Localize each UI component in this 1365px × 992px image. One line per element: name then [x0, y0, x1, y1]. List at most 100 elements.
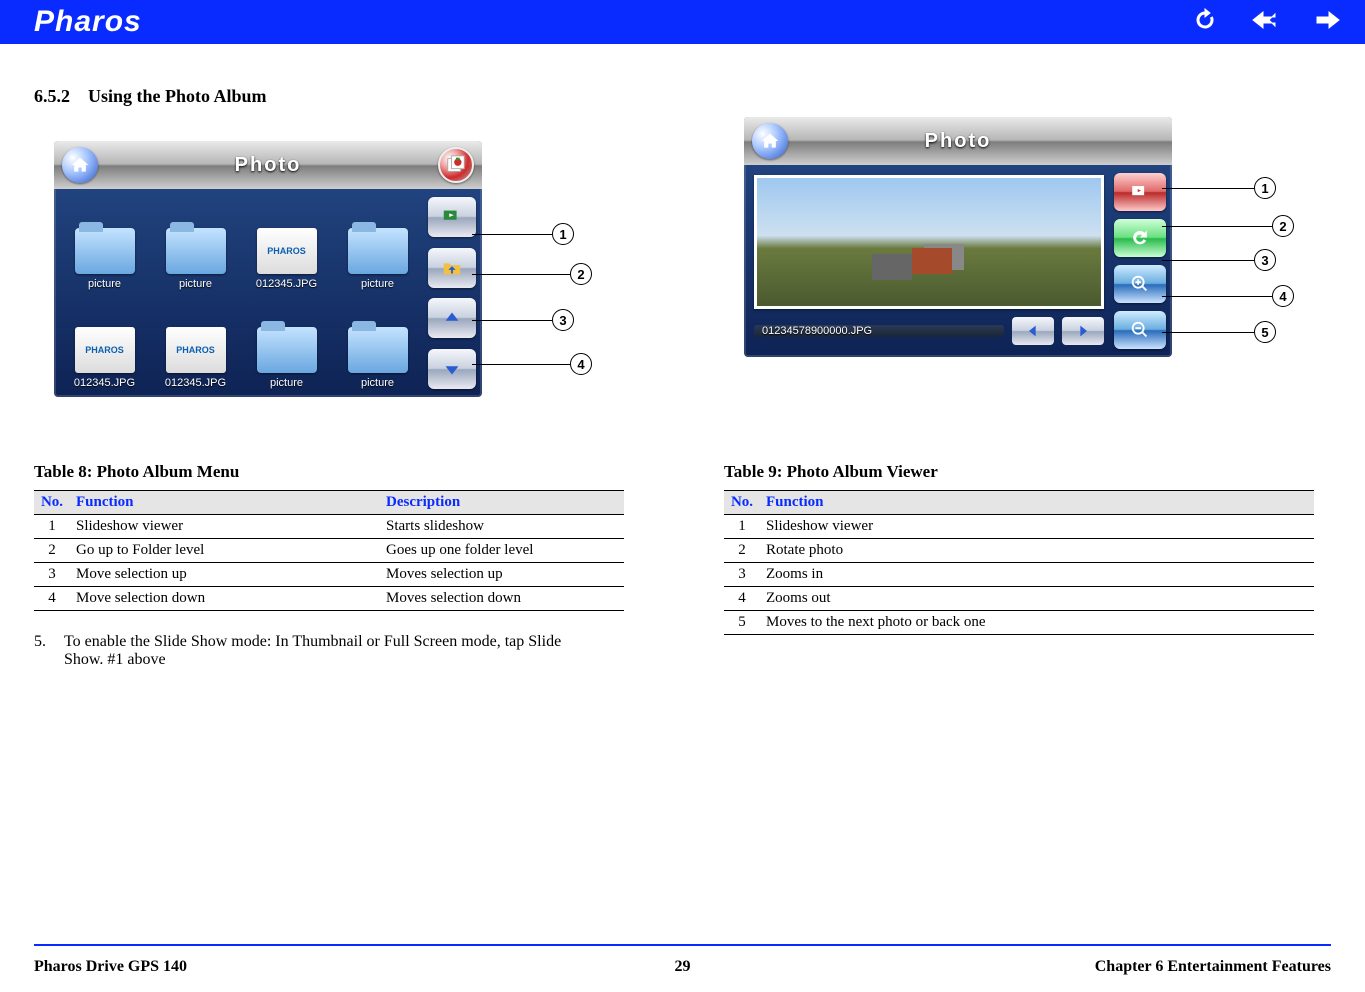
left-column: Photo picture picture PHAROS 012345.JPG pict…	[34, 141, 624, 462]
cell-func: Rotate photo	[760, 539, 1314, 563]
tables-row: Table 8: Photo Album Menu No. Function D…	[34, 462, 1331, 669]
table-row: 1Slideshow viewerStarts slideshow	[34, 515, 624, 539]
viewer-title: Photo	[925, 130, 992, 153]
cell-desc: Moves selection up	[380, 563, 624, 587]
tile-label: picture	[179, 278, 212, 290]
viewer-photo-area: 01234578900000.JPG	[744, 165, 1114, 357]
viewer-filename: 01234578900000.JPG	[754, 325, 1004, 337]
viewer-zoom-out-button[interactable]	[1114, 311, 1166, 349]
table8-col: Table 8: Photo Album Menu No. Function D…	[34, 462, 624, 669]
cell-no: 4	[724, 587, 760, 611]
table9-caption: Table 9: Photo Album Viewer	[724, 462, 1314, 482]
folder-icon	[348, 327, 408, 373]
viewer-rotate-button[interactable]	[1114, 219, 1166, 257]
header-tools	[1193, 8, 1341, 37]
cell-func: Zooms in	[760, 563, 1314, 587]
cell-func: Moves to the next photo or back one	[760, 611, 1314, 635]
album-icon-button[interactable]	[438, 147, 474, 183]
table-row: 3Move selection upMoves selection up	[34, 563, 624, 587]
viewer-body: 01234578900000.JPG	[744, 165, 1172, 357]
tile-label: 012345.JPG	[165, 377, 226, 389]
back-icon[interactable]	[1251, 8, 1279, 37]
callout-3: 3	[552, 309, 574, 331]
folder-tile[interactable]: picture	[62, 197, 147, 290]
folder-up-button[interactable]	[428, 248, 476, 288]
viewer-zoom-in-button[interactable]	[1114, 265, 1166, 303]
footer-rule	[34, 944, 1331, 946]
forward-icon[interactable]	[1313, 8, 1341, 37]
right-column: Photo 01234578900000.JPG	[724, 141, 1314, 462]
callout-2: 2	[570, 263, 592, 285]
album-titlebar: Photo	[54, 141, 482, 189]
v-callout-3: 3	[1254, 249, 1276, 271]
t8-h-no: No.	[34, 491, 70, 515]
callout-4: 4	[570, 353, 592, 375]
tile-label: picture	[361, 278, 394, 290]
footer-page-number: 29	[34, 958, 1331, 976]
viewer-slideshow-button[interactable]	[1114, 173, 1166, 211]
table-row: 1Slideshow viewer	[724, 515, 1314, 539]
thumbnail-tile[interactable]: PHAROS 012345.JPG	[244, 197, 329, 290]
table8-caption: Table 8: Photo Album Menu	[34, 462, 624, 482]
folder-icon	[75, 228, 135, 274]
viewer-next-button[interactable]	[1062, 317, 1104, 345]
move-down-button[interactable]	[428, 349, 476, 389]
cell-func: Zooms out	[760, 587, 1314, 611]
viewer-screenshot: Photo 01234578900000.JPG	[744, 117, 1172, 357]
table-row: 4Zooms out	[724, 587, 1314, 611]
cell-no: 1	[34, 515, 70, 539]
thumbnail-icon: PHAROS	[166, 327, 226, 373]
v-callout-4: 4	[1272, 285, 1294, 307]
tile-label: picture	[270, 377, 303, 389]
screenshot-row: Photo picture picture PHAROS 012345.JPG pict…	[34, 141, 1331, 462]
viewer-titlebar: Photo	[744, 117, 1172, 165]
t9-h-func: Function	[760, 491, 1314, 515]
refresh-icon[interactable]	[1193, 8, 1217, 37]
t9-h-no: No.	[724, 491, 760, 515]
viewer-prev-button[interactable]	[1012, 317, 1054, 345]
home-button[interactable]	[62, 147, 98, 183]
folder-tile[interactable]: picture	[244, 296, 329, 389]
section-title: Using the Photo Album	[88, 86, 267, 106]
section-heading: 6.5.2Using the Photo Album	[34, 86, 1331, 107]
cell-no: 1	[724, 515, 760, 539]
table-row: 3Zooms in	[724, 563, 1314, 587]
cell-func: Go up to Folder level	[70, 539, 380, 563]
tile-label: picture	[361, 377, 394, 389]
v-callout-2: 2	[1272, 215, 1294, 237]
slideshow-button[interactable]	[428, 197, 476, 237]
table9-col: Table 9: Photo Album Viewer No. Function…	[724, 462, 1314, 669]
tile-label: picture	[88, 278, 121, 290]
viewer-bottom-row: 01234578900000.JPG	[754, 315, 1104, 347]
folder-tile[interactable]: picture	[153, 197, 238, 290]
thumbnail-tile[interactable]: PHAROS 012345.JPG	[153, 296, 238, 389]
folder-icon	[166, 228, 226, 274]
callout-1: 1	[552, 223, 574, 245]
cell-no: 2	[724, 539, 760, 563]
table9: No. Function 1Slideshow viewer2Rotate ph…	[724, 490, 1314, 635]
folder-tile[interactable]: picture	[335, 197, 420, 290]
content: 6.5.2Using the Photo Album Photo	[34, 86, 1331, 669]
thumbnail-icon: PHAROS	[257, 228, 317, 274]
table-row: 4Move selection downMoves selection down	[34, 587, 624, 611]
table-row: 5Moves to the next photo or back one	[724, 611, 1314, 635]
thumbnail-tile[interactable]: PHAROS012345.JPG	[62, 296, 147, 389]
tile-label: 012345.JPG	[256, 278, 317, 290]
t8-h-func: Function	[70, 491, 380, 515]
footer: Pharos Drive GPS 140 29 Chapter 6 Entert…	[34, 958, 1331, 976]
move-up-button[interactable]	[428, 298, 476, 338]
viewer-side-buttons	[1114, 165, 1172, 357]
table-row: 2Rotate photo	[724, 539, 1314, 563]
cell-no: 4	[34, 587, 70, 611]
folder-tile[interactable]: picture	[335, 296, 420, 389]
album-screenshot-wrap: Photo picture picture PHAROS 012345.JPG pict…	[34, 141, 482, 457]
viewer-home-button[interactable]	[752, 123, 788, 159]
album-screenshot: Photo picture picture PHAROS 012345.JPG pict…	[54, 141, 482, 397]
cell-desc: Starts slideshow	[380, 515, 624, 539]
thumbnail-icon: PHAROS	[75, 327, 135, 373]
cell-no: 3	[34, 563, 70, 587]
viewer-screenshot-wrap: Photo 01234578900000.JPG	[724, 117, 1172, 417]
v-callout-5: 5	[1254, 321, 1276, 343]
note-number: 5.	[34, 633, 46, 669]
cell-func: Move selection down	[70, 587, 380, 611]
